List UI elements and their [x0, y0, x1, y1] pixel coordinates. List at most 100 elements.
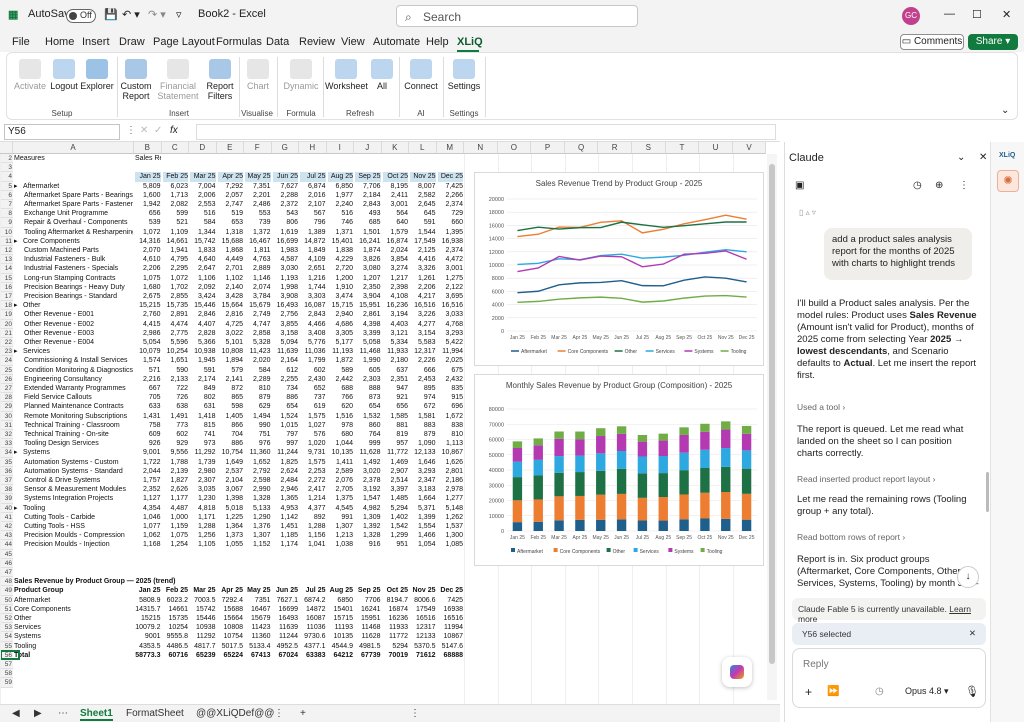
value-cell[interactable]: 2,624 [273, 467, 298, 476]
trend-value-cell[interactable]: 16874 [383, 605, 408, 614]
value-cell[interactable]: 1,652 [245, 458, 271, 467]
value-cell[interactable]: 806 [273, 218, 298, 227]
skip-icon[interactable]: ⏩ [827, 686, 839, 697]
row-header[interactable]: 7 [0, 200, 13, 210]
trend-value-cell[interactable]: 4486.5 [163, 642, 188, 651]
value-cell[interactable]: 2,288 [273, 191, 298, 200]
trend-value-cell[interactable]: 10135 [328, 632, 353, 641]
value-cell[interactable]: 9,001 [135, 448, 161, 457]
value-cell[interactable]: 4,403 [383, 320, 408, 329]
item-label[interactable]: Other Revenue - E002 [14, 320, 133, 329]
value-cell[interactable]: 872 [218, 384, 243, 393]
value-cell[interactable]: 726 [163, 393, 188, 402]
value-cell[interactable]: 1,055 [218, 540, 243, 549]
value-cell[interactable]: 598 [218, 402, 243, 411]
value-cell[interactable]: 1,998 [273, 283, 298, 292]
value-cell[interactable]: 4,415 [135, 320, 161, 329]
value-cell[interactable]: 1,046 [135, 513, 161, 522]
value-cell[interactable]: 5,133 [245, 504, 271, 513]
value-cell[interactable]: 758 [135, 421, 161, 430]
value-cell[interactable]: 1,109 [163, 228, 188, 237]
value-cell[interactable]: 866 [218, 421, 243, 430]
value-cell[interactable]: 2,816 [218, 310, 243, 319]
value-cell[interactable]: 2,801 [438, 467, 463, 476]
value-cell[interactable]: 16,874 [383, 237, 408, 246]
value-cell[interactable]: 1,027 [300, 421, 326, 430]
value-cell[interactable]: 892 [300, 513, 326, 522]
value-cell[interactable]: 11,423 [245, 347, 271, 356]
value-cell[interactable]: 2,016 [300, 191, 326, 200]
more-icon[interactable]: ⋮ [126, 125, 136, 136]
value-cell[interactable]: 17,549 [410, 237, 435, 246]
trend-value-cell[interactable]: 15664 [218, 614, 243, 623]
value-cell[interactable]: 543 [273, 209, 298, 218]
item-label[interactable]: Other Revenue - E004 [14, 338, 133, 347]
value-cell[interactable]: 1,990 [355, 356, 381, 365]
prev-sheet-icon[interactable]: ◀ [12, 708, 20, 719]
value-cell[interactable]: 2,453 [410, 375, 436, 384]
name-box[interactable]: Y56 [4, 124, 120, 140]
trend-row-label[interactable]: Core Components [14, 605, 133, 614]
value-cell[interactable]: 584 [190, 218, 216, 227]
value-cell[interactable]: 1,072 [135, 228, 161, 237]
value-cell[interactable]: 978 [328, 421, 353, 430]
row-header[interactable]: 53 [0, 623, 13, 633]
value-cell[interactable]: 2,990 [245, 485, 271, 494]
value-cell[interactable]: 1,646 [410, 458, 436, 467]
value-cell[interactable]: 14,316 [135, 237, 160, 246]
stacked-bar-chart[interactable]: Monthly Sales Revenue by Product Group (… [474, 374, 764, 566]
worksheet-button[interactable]: Worksheet [325, 59, 368, 91]
row-header[interactable]: 24 [0, 356, 13, 366]
trend-value-cell[interactable]: 15742 [190, 605, 215, 614]
value-cell[interactable]: 12,133 [410, 448, 435, 457]
item-label[interactable]: Technical Training - Classroom [14, 421, 133, 430]
value-cell[interactable]: 1,524 [273, 412, 298, 421]
value-cell[interactable]: 3,022 [218, 329, 243, 338]
value-cell[interactable]: 1,185 [273, 531, 298, 540]
value-cell[interactable]: 1,389 [300, 228, 326, 237]
value-cell[interactable]: 1,942 [135, 200, 161, 209]
row-header[interactable]: 3 [0, 163, 13, 173]
column-header-j[interactable]: J [354, 142, 382, 154]
value-cell[interactable]: 886 [218, 439, 243, 448]
value-cell[interactable]: 865 [218, 393, 243, 402]
value-cell[interactable]: 1,193 [273, 274, 298, 283]
value-cell[interactable]: 1,811 [245, 246, 271, 255]
value-cell[interactable]: 3,030 [273, 264, 298, 273]
value-cell[interactable]: 589 [328, 366, 353, 375]
tab-split-icon[interactable]: ⋮ [410, 708, 420, 719]
tab-file[interactable]: File [12, 36, 30, 48]
value-cell[interactable]: 1,200 [328, 274, 353, 283]
value-cell[interactable]: 7,425 [438, 182, 463, 191]
value-cell[interactable]: 2,589 [328, 467, 353, 476]
value-cell[interactable]: 629 [245, 402, 271, 411]
value-cell[interactable]: 990 [245, 421, 271, 430]
item-label[interactable]: Extended Warranty Programmes [14, 384, 133, 393]
trend-value-cell[interactable]: 6023.2 [163, 596, 188, 605]
value-cell[interactable]: 564 [383, 209, 408, 218]
row-header[interactable]: 51 [0, 604, 13, 614]
value-cell[interactable]: 1,874 [355, 246, 381, 255]
value-cell[interactable]: 2,372 [273, 200, 298, 209]
trend-value-cell[interactable]: 12317 [410, 623, 435, 632]
row-header[interactable]: 15 [0, 273, 13, 283]
value-cell[interactable]: 1,072 [163, 274, 188, 283]
value-cell[interactable]: 957 [383, 439, 408, 448]
value-cell[interactable]: 2,351 [383, 375, 408, 384]
value-cell[interactable]: 2,398 [383, 283, 408, 292]
value-cell[interactable]: 516 [328, 209, 353, 218]
value-cell[interactable]: 1,894 [218, 356, 243, 365]
value-cell[interactable]: 1,105 [190, 540, 216, 549]
row-header[interactable]: 54 [0, 632, 13, 642]
row-header[interactable]: 29 [0, 402, 13, 412]
value-cell[interactable]: 1,174 [273, 540, 298, 549]
value-cell[interactable]: 1,872 [328, 356, 353, 365]
column-header-s[interactable]: S [632, 142, 666, 154]
trend-value-cell[interactable]: 5147.6 [438, 642, 463, 651]
value-cell[interactable]: 10,808 [218, 347, 243, 356]
tab-formulas[interactable]: Formulas [216, 36, 262, 48]
scroll-down-icon[interactable]: ↓ [957, 566, 979, 588]
value-cell[interactable]: 734 [273, 384, 298, 393]
trend-value-cell[interactable]: 7292.4 [218, 596, 243, 605]
sheet-menu-icon[interactable]: ⋯ [58, 708, 68, 719]
